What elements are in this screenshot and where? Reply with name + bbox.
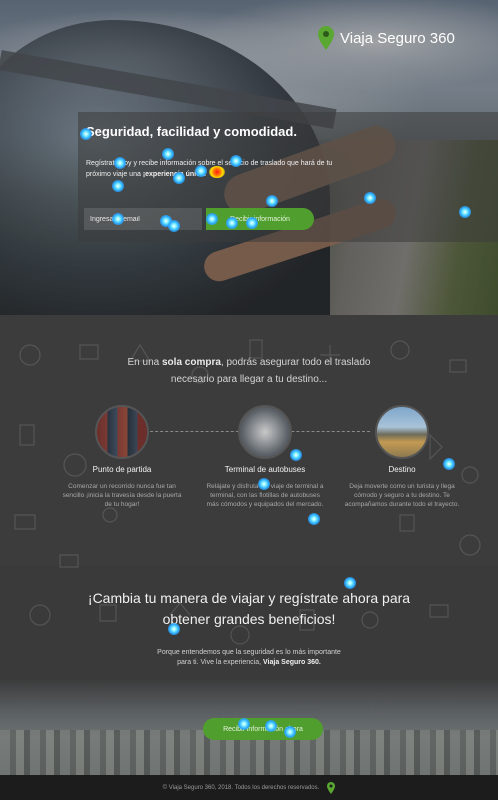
cta-title: ¡Cambia tu manera de viajar y regístrate… [0, 588, 498, 630]
map-pin-icon [327, 781, 336, 794]
brand-name: Viaja Seguro 360 [340, 29, 455, 47]
hero-description: Regístrate hoy y recibe información sobr… [86, 158, 356, 180]
intro-line-1: En una sola compra, podrás asegurar todo… [0, 354, 498, 371]
cta-title-line-1: ¡Cambia tu manera de viajar y regístrate… [87, 590, 411, 606]
intro-line-2: necesario para llegar a tu destino... [170, 374, 328, 385]
intro-text: En una sola compra, podrás asegurar todo… [0, 354, 498, 388]
step-terminal-desc: Relájate y disfruta del viaje de termina… [206, 483, 324, 508]
cta-description-line-1: Porque entendemos que la seguridad es lo… [157, 649, 341, 656]
intro-bold: sola compra [162, 357, 221, 368]
cta-title-line-2: obtener grandes beneficios! [162, 611, 336, 627]
hero-description-highlight: ¡experiencia única! [142, 171, 207, 178]
step-destination-photo [375, 405, 429, 459]
hero-title: Seguridad, facilidad y comodidad. [86, 124, 297, 139]
intro-post: , podrás asegurar todo el traslado [220, 357, 371, 368]
cta-description-pre: para ti. Vive la experiencia, [177, 659, 263, 666]
footer-copyright: © Viaja Seguro 360, 2018. Todos los dere… [162, 784, 320, 791]
step-start: Punto de partida Comenzar un recorrido n… [62, 405, 182, 509]
step-terminal: Terminal de autobuses Relájate y disfrut… [205, 405, 325, 509]
brand-logo[interactable]: Viaja Seguro 360 [318, 26, 455, 50]
hero-description-text: Regístrate hoy y recibe información sobr… [86, 160, 333, 178]
cta-description: Porque entendemos que la seguridad es lo… [0, 648, 498, 668]
step-destination-desc: Deja moverte como un turista y llega cóm… [344, 483, 460, 508]
footer: © Viaja Seguro 360, 2018. Todos los dere… [0, 775, 498, 800]
step-terminal-title: Terminal de autobuses [224, 465, 306, 474]
step-destination-title: Destino [388, 465, 416, 474]
step-destination: Destino Deja moverte como un turista y l… [342, 405, 462, 509]
cta-description-line-2: para ti. Vive la experiencia, Viaja Segu… [0, 658, 498, 668]
intro-pre: En una [127, 357, 162, 368]
receive-info-now-button[interactable]: Recibir información ahora [203, 718, 323, 740]
cta-description-brand: Viaja Seguro 360. [263, 659, 321, 666]
email-input[interactable] [84, 208, 202, 230]
step-start-title: Punto de partida [92, 465, 152, 474]
map-pin-icon [318, 26, 334, 50]
step-start-photo [95, 405, 149, 459]
step-terminal-photo [238, 405, 292, 459]
step-start-desc: Comenzar un recorrido nunca fue tan senc… [62, 483, 182, 508]
receive-info-button[interactable]: Recibir información [206, 208, 314, 230]
